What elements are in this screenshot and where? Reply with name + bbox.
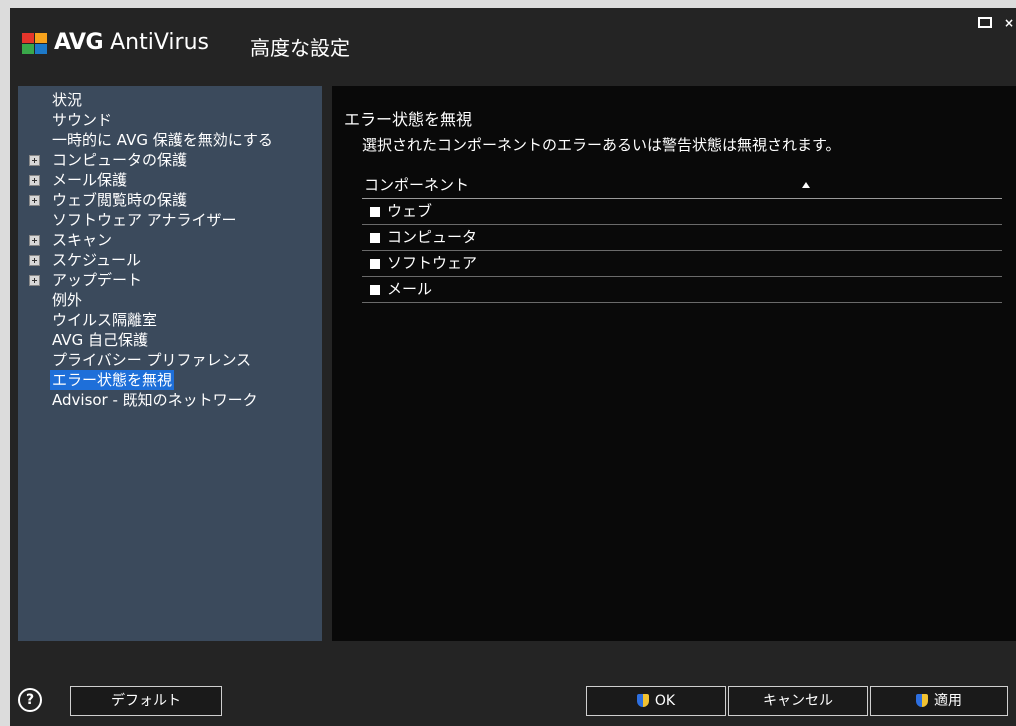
shield-icon xyxy=(636,694,649,707)
tree-item-label: ソフトウェア アナライザー xyxy=(52,211,237,229)
tree-item-label: コンピュータの保護 xyxy=(52,151,188,169)
expand-plus-icon[interactable] xyxy=(29,235,40,246)
panel-description: 選択されたコンポーネントのエラーあるいは警告状態は無視されます。 xyxy=(362,136,841,154)
tree-item-label: アップデート xyxy=(52,271,143,289)
tree-item-label: 状況 xyxy=(52,91,83,109)
product-name: AntiVirus xyxy=(110,30,209,55)
tree-item-label: メール保護 xyxy=(52,171,128,189)
button-bar: ? デフォルト OK キャンセル 適用 xyxy=(10,648,1016,726)
panel-title: エラー状態を無視 xyxy=(344,110,473,129)
tree-item-label: スキャン xyxy=(52,231,113,249)
tree-item-label: サウンド xyxy=(52,111,113,129)
expand-plus-icon[interactable] xyxy=(29,275,40,286)
table-row[interactable]: ソフトウェア xyxy=(362,251,1002,277)
settings-panel: エラー状態を無視 選択されたコンポーネントのエラーあるいは警告状態は無視されます… xyxy=(332,86,1016,641)
component-label: メール xyxy=(387,280,433,298)
expand-plus-icon[interactable] xyxy=(29,255,40,266)
tree-item-label: ウイルス隔離室 xyxy=(52,311,158,329)
default-button[interactable]: デフォルト xyxy=(70,686,222,716)
expand-plus-icon[interactable] xyxy=(29,175,40,186)
window-title: 高度な設定 xyxy=(250,36,350,60)
component-checkbox[interactable] xyxy=(370,259,380,269)
tree-item-label: AVG 自己保護 xyxy=(52,331,148,349)
sort-ascending-icon xyxy=(802,182,810,188)
avg-logo-icon xyxy=(22,33,52,57)
help-icon[interactable]: ? xyxy=(18,688,42,712)
component-checkbox[interactable] xyxy=(370,233,380,243)
tree-item-label: エラー状態を無視 xyxy=(50,370,175,390)
component-checkbox[interactable] xyxy=(370,285,380,295)
tree-item-label: 一時的に AVG 保護を無効にする xyxy=(52,131,273,149)
maximize-icon[interactable] xyxy=(978,16,992,30)
apply-button[interactable]: 適用 xyxy=(870,686,1008,716)
expand-plus-icon[interactable] xyxy=(29,155,40,166)
component-label: ウェブ xyxy=(387,202,433,220)
title-bar: AVG AntiVirus 高度な設定 × xyxy=(10,8,1016,78)
column-header-label: コンポーネント xyxy=(364,176,470,194)
table-row[interactable]: コンピュータ xyxy=(362,225,1002,251)
tree-item-label: プライバシー プリファレンス xyxy=(52,351,252,369)
column-header-component[interactable]: コンポーネント xyxy=(362,174,1002,199)
settings-window: AVG AntiVirus 高度な設定 × 状況 サウンド 一時的に AVG 保… xyxy=(10,8,1016,726)
tree-item-label: 例外 xyxy=(52,291,83,309)
table-row[interactable]: メール xyxy=(362,277,1002,303)
tree-item-label: Advisor - 既知のネットワーク xyxy=(52,391,258,409)
tree-item-label: スケジュール xyxy=(52,251,141,269)
component-table: コンポーネント ウェブ コンピュータ ソフトウェア メール xyxy=(362,174,1002,303)
ok-label: OK xyxy=(654,693,676,709)
component-label: コンピュータ xyxy=(387,228,478,246)
ok-button[interactable]: OK xyxy=(586,686,726,716)
shield-icon xyxy=(916,694,928,707)
expand-plus-icon[interactable] xyxy=(29,195,40,206)
settings-tree: 状況 サウンド 一時的に AVG 保護を無効にする コンピュータの保護 メール保… xyxy=(18,86,322,641)
app-name: AVG AntiVirus xyxy=(54,30,209,55)
component-checkbox[interactable] xyxy=(370,207,380,217)
apply-label: 適用 xyxy=(934,693,962,709)
tree-item-label: ウェブ閲覧時の保護 xyxy=(52,191,188,209)
component-label: ソフトウェア xyxy=(387,254,478,272)
cancel-button[interactable]: キャンセル xyxy=(728,686,868,716)
table-row[interactable]: ウェブ xyxy=(362,199,1002,225)
close-icon[interactable]: × xyxy=(1002,16,1016,30)
brand-name: AVG xyxy=(54,30,104,55)
